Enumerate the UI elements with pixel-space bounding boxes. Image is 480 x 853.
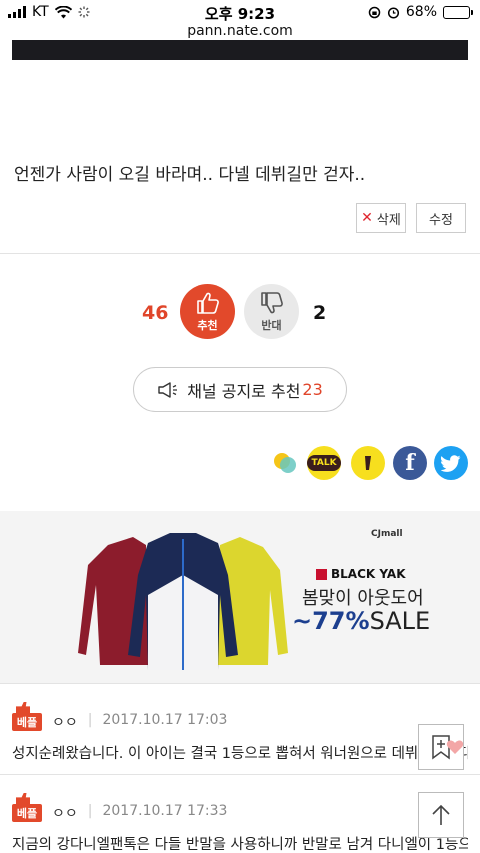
thumbs-up-icon: [196, 292, 219, 314]
comment-author[interactable]: ㅇㅇ: [52, 712, 78, 732]
edit-button[interactable]: 수정: [416, 203, 466, 233]
close-icon: ✕: [361, 210, 373, 226]
divider: [0, 253, 480, 254]
sale-percent: ~77%: [292, 607, 370, 635]
downvote-count: 2: [313, 302, 327, 324]
comment-date: 2017.10.17 17:33: [102, 803, 228, 819]
ad-banner[interactable]: CJmall BLACK YAK 봄맞이 아웃도어 ~77%SALE: [0, 511, 480, 683]
upvote-count: 46: [142, 302, 169, 324]
delete-button[interactable]: ✕ 삭제: [356, 203, 406, 233]
kakaotalk-label: TALK: [311, 458, 337, 468]
upvote-label: 추천: [197, 318, 218, 332]
rotation-lock-icon: [368, 6, 381, 18]
comment-item: 베플 ㅇㅇ | 2017.10.17 17:33 지금의 강다니엘팬톡은 다들 …: [0, 775, 480, 853]
comment-meta: ㅇㅇ | 2017.10.17 17:03: [52, 712, 227, 732]
kakao-share-button[interactable]: [351, 446, 385, 480]
article-image: [12, 40, 468, 60]
status-bar: KT 오후 9:23 68%: [0, 0, 480, 24]
notice-label: 채널 공지로 추천: [187, 381, 301, 401]
comment-text: 지금의 강다니엘팬톡은 다들 반말을 사용하니까 반말로 남겨 다니엘이 1등으…: [12, 837, 468, 853]
twitter-share-button[interactable]: [434, 446, 468, 480]
kakaotalk-share-button[interactable]: TALK: [307, 446, 341, 480]
downvote-button[interactable]: 반대: [244, 284, 299, 339]
notice-count: 23: [302, 380, 323, 399]
kakaostory-icon: [274, 453, 296, 473]
kakaotalk-icon: TALK: [307, 455, 341, 471]
facebook-share-button[interactable]: f: [393, 446, 427, 480]
battery-percent: 68%: [405, 4, 437, 20]
post-body-text: 언젠가 사람이 오길 바라며.. 다넬 데뷔길만 걷자..: [14, 165, 366, 185]
delete-label: 삭제: [376, 212, 401, 228]
kakao-icon: [365, 456, 371, 470]
scroll-top-button[interactable]: [418, 792, 464, 838]
comment-author[interactable]: ㅇㅇ: [52, 803, 78, 823]
meta-separator: |: [87, 803, 93, 819]
arrow-up-icon: [432, 804, 450, 825]
comment-meta: ㅇㅇ | 2017.10.17 17:33: [52, 803, 227, 823]
sale-word: SALE: [369, 607, 431, 635]
jackets-image: [78, 533, 288, 670]
comment-text: 성지순례왔습니다. 이 아이는 결국 1등으로 뽑혀서 워너원으로 데뷔했습니다: [12, 746, 468, 762]
best-comment-badge: 베플: [12, 804, 42, 822]
alarm-icon: [387, 6, 399, 19]
brand-logo: BLACK YAK: [316, 567, 406, 581]
brand-name: BLACK YAK: [331, 567, 406, 581]
megaphone-icon: [158, 381, 178, 398]
kakaostory-share-button[interactable]: [268, 446, 302, 480]
cjmall-logo: CJmall: [371, 529, 403, 539]
twitter-icon: [441, 454, 461, 472]
comment-item: 베플 ㅇㅇ | 2017.10.17 17:03 성지순례왔습니다. 이 아이는…: [0, 684, 480, 774]
heart-icon: [446, 740, 464, 754]
downvote-label: 반대: [261, 318, 282, 332]
brand-mark-icon: [316, 568, 327, 580]
best-comment-badge: 베플: [12, 713, 42, 731]
url-bar[interactable]: pann.nate.com: [0, 23, 480, 39]
ad-sale-text: ~77%SALE: [292, 607, 430, 635]
battery-icon: [443, 5, 473, 19]
upvote-button[interactable]: 추천: [180, 284, 235, 339]
thumbs-down-icon: [260, 291, 283, 313]
channel-notice-recommend-button[interactable]: 채널 공지로 추천 23: [133, 367, 347, 412]
meta-separator: |: [87, 712, 93, 728]
comment-date: 2017.10.17 17:03: [102, 712, 228, 728]
facebook-icon: f: [405, 450, 415, 476]
